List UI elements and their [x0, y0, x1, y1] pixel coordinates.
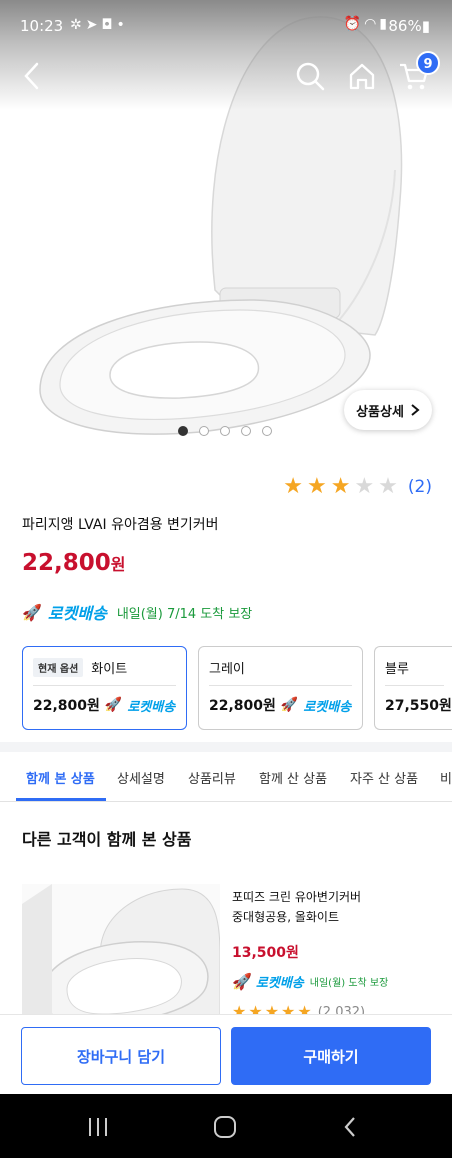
buy-now-button[interactable]: 구매하기 [231, 1027, 431, 1085]
rocket-delivery-label: 로켓배송 [255, 976, 304, 991]
option-divider [209, 685, 352, 686]
option-divider [385, 685, 444, 686]
rocket-delivery-label: 로켓배송 [47, 604, 107, 623]
current-option-tag: 현재 옵션 [33, 657, 84, 677]
star-empty-icon: ★ [354, 474, 375, 499]
home-icon [349, 63, 375, 90]
price-unit: 원 [110, 555, 126, 574]
tab-details[interactable]: 상세설명 [117, 768, 165, 787]
battery-icon: ▮ [421, 17, 430, 35]
delivery-date: 내일(월) 도착 보장 [309, 978, 389, 989]
home-button[interactable] [344, 58, 380, 94]
home-circle-icon [214, 1116, 236, 1138]
pagination-dot[interactable] [220, 426, 230, 436]
recent-apps-button[interactable] [78, 1112, 118, 1142]
chevron-right-icon [411, 404, 420, 416]
voicemail-icon: ◘ [101, 17, 117, 33]
battery-percent: 86% [388, 17, 422, 35]
alarm-icon: ⏰ [343, 16, 365, 32]
star-full-icon: ★ [283, 474, 303, 499]
option-price: 22,800원 [33, 698, 100, 714]
review-count[interactable]: (2) [408, 477, 432, 497]
tab-more[interactable]: 비 [440, 768, 452, 787]
search-button[interactable] [292, 58, 328, 94]
tab-frequently-bought[interactable]: 자주 산 상품 [350, 768, 418, 787]
system-back-button[interactable] [330, 1112, 370, 1142]
battery-level: 86%▮ [388, 17, 430, 35]
back-arrow-icon [344, 1117, 355, 1137]
product-rating[interactable]: ★ ★ ★ ★ ★ (2) [283, 475, 432, 499]
purchase-action-bar: 장바구니 담기 구매하기 [0, 1014, 452, 1094]
pagination-dot[interactable] [241, 426, 251, 436]
rocket-icon: 🚀 [22, 602, 42, 622]
product-name-line-1: 포띠즈 크린 유아변기커버 [232, 890, 362, 904]
search-icon [296, 62, 325, 91]
option-price: 22,800원 [209, 698, 276, 714]
recent-apps-icon [89, 1118, 107, 1136]
price-value: 22,800 [22, 550, 111, 576]
product-tabs: 함께 본 상품 상세설명 상품리뷰 함께 산 상품 자주 산 상품 비 [0, 752, 452, 802]
status-bar: 10:23 ✲➤◘• ⏰◠▮ 86%▮ [0, 0, 452, 54]
recommended-rocket-info: 🚀 로켓배송 내일(월) 도착 보장 [232, 972, 388, 991]
dot-icon: • [116, 17, 129, 33]
option-rocket-label: 로켓배송 [127, 699, 176, 715]
pagination-dot[interactable] [199, 426, 209, 436]
option-name: 블루 [385, 661, 409, 677]
product-image-gallery[interactable]: 10:23 ✲➤◘• ⏰◠▮ 86%▮ 9 상품상세 [0, 0, 452, 450]
section-title: 다른 고객이 함께 본 상품 [22, 830, 192, 849]
pagination-dot[interactable] [262, 426, 272, 436]
tab-viewed-together[interactable]: 함께 본 상품 [26, 768, 95, 787]
option-rocket-label: 로켓배송 [303, 699, 352, 715]
rocket-delivery-info: 🚀 로켓배송 내일(월) 7/14 도착 보장 [22, 600, 252, 624]
product-detail-label: 상품상세 [356, 404, 404, 420]
option-gray[interactable]: 그레이 22,800원 🚀 로켓배송 [198, 646, 363, 730]
star-full-icon: ★ [330, 474, 351, 499]
settings-gear-icon: ✲ [70, 17, 86, 33]
tab-reviews[interactable]: 상품리뷰 [188, 768, 236, 787]
tab-bought-together[interactable]: 함께 산 상품 [259, 768, 327, 787]
rocket-icon: 🚀 [280, 697, 299, 713]
wifi-icon: ◠ [364, 16, 380, 32]
product-name-line-2: 중대형공용, 올화이트 [232, 910, 339, 924]
product-detail-button[interactable]: 상품상세 [344, 390, 432, 430]
rocket-icon: 🚀 [104, 697, 123, 713]
option-divider [33, 685, 176, 686]
section-separator [0, 742, 452, 752]
telegram-icon: ➤ [85, 17, 102, 33]
system-navigation-bar [0, 1094, 452, 1158]
home-system-button[interactable] [205, 1112, 245, 1142]
option-blue[interactable]: 블루 27,550원 [374, 646, 452, 730]
star-empty-icon: ★ [378, 474, 398, 499]
chevron-left-icon [24, 62, 39, 90]
status-time: 10:23 [20, 17, 64, 35]
system-icons: ⏰◠▮ [344, 16, 390, 32]
back-button[interactable] [14, 58, 50, 94]
notification-icons: ✲➤◘• [70, 17, 129, 33]
top-navigation: 9 [0, 50, 452, 100]
cart-count-badge: 9 [416, 51, 440, 75]
toilet-seat-thumbnail [22, 884, 220, 1024]
recommended-product-image[interactable] [22, 884, 220, 1024]
option-name: 그레이 [209, 661, 245, 677]
recommended-product-name[interactable]: 포띠즈 크린 유아변기커버 중대형공용, 올화이트 [232, 887, 432, 927]
product-price: 22,800원 [22, 550, 126, 576]
active-tab-indicator [16, 798, 106, 801]
option-name: 화이트 [91, 661, 128, 677]
star-full-icon: ★ [306, 474, 327, 499]
recommended-product-price: 13,500원 [232, 945, 299, 961]
add-to-cart-button[interactable]: 장바구니 담기 [21, 1027, 221, 1085]
option-price: 27,550원 [385, 698, 452, 714]
pagination-dot[interactable] [178, 426, 188, 436]
delivery-date: 내일(월) 7/14 도착 보장 [116, 606, 253, 622]
option-white[interactable]: 현재 옵션 화이트 22,800원 🚀 로켓배송 [22, 646, 187, 730]
gallery-pagination [178, 426, 272, 436]
rocket-icon: 🚀 [232, 972, 252, 991]
option-selector: 현재 옵션 화이트 22,800원 🚀 로켓배송 그레이 22,800원 🚀 로… [22, 646, 452, 730]
product-title: 파리지앵 LVAI 유아겸용 변기커버 [22, 517, 219, 533]
